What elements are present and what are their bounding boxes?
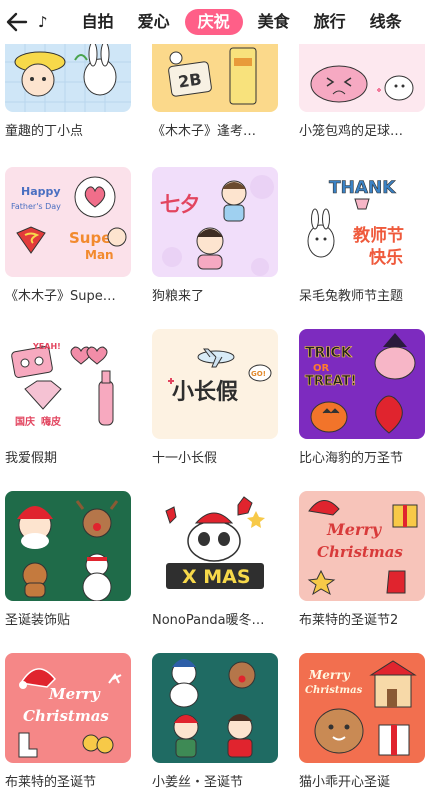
category-tabs: ♪ 自拍 爱心 庆祝 美食 旅行 线条	[32, 0, 414, 44]
svg-text:TREAT!: TREAT!	[305, 374, 357, 389]
svg-text:国庆: 国庆	[15, 415, 35, 428]
svg-text:嗨皮: 嗨皮	[41, 415, 61, 428]
svg-text:OR: OR	[313, 363, 330, 374]
sticker-card[interactable]: THANK 教师节 快乐 呆毛兔教师节主题	[299, 167, 425, 304]
sticker-card[interactable]: 七夕 狗粮来了	[152, 167, 278, 304]
sticker-card[interactable]: Merry Christmas 布莱特的圣诞节2	[299, 491, 425, 628]
sticker-thumbnail: Merry Christmas	[299, 491, 425, 601]
tab-selfie[interactable]: 自拍	[73, 9, 123, 35]
sticker-thumbnail	[152, 653, 278, 763]
sticker-thumbnail: 小长假 GO!	[152, 329, 278, 439]
tab-food[interactable]: 美食	[249, 9, 299, 35]
sticker-card[interactable]: 小长假 GO! 十一小长假	[152, 329, 278, 466]
svg-text:教师节: 教师节	[352, 225, 404, 246]
tab-celebrate[interactable]: 庆祝	[184, 9, 243, 35]
sticker-card[interactable]: Happy Father's Day Super Man 《木木子》Supe…	[5, 167, 131, 304]
sticker-title: 《木木子》逢考…	[152, 124, 257, 139]
sticker-title: 比心海豹的万圣节	[299, 451, 404, 466]
sticker-title: 狗粮来了	[152, 289, 205, 304]
sticker-thumbnail: X MAS	[152, 491, 278, 601]
svg-text:Father's Day: Father's Day	[11, 202, 61, 211]
svg-text:Merry: Merry	[48, 685, 101, 703]
sticker-thumbnail: Merry Christmas	[5, 653, 131, 763]
tab-lines[interactable]: 线条	[361, 9, 411, 35]
sticker-title: 圣诞装饰贴	[5, 613, 71, 628]
sticker-title: 《木木子》Supe…	[5, 289, 116, 304]
svg-text:Man: Man	[85, 248, 114, 262]
back-button[interactable]	[2, 0, 32, 44]
sticker-title: 小姜丝・圣诞节	[152, 775, 244, 790]
svg-text:七夕: 七夕	[160, 192, 200, 216]
arrow-left-icon	[6, 12, 28, 32]
sticker-card[interactable]: Merry Christmas 布莱特的圣诞节	[5, 653, 131, 790]
svg-text:Merry: Merry	[308, 668, 351, 682]
sticker-title: 猫小乖开心圣诞	[299, 775, 391, 790]
sticker-card[interactable]: 圣诞装饰贴	[5, 491, 131, 628]
sticker-thumbnail: THANK 教师节 快乐	[299, 167, 425, 277]
sticker-card[interactable]: Merry Christmas 猫小乖开心圣诞	[299, 653, 425, 790]
sticker-thumbnail: TRICK OR TREAT!	[299, 329, 425, 439]
svg-text:Merry: Merry	[326, 520, 383, 539]
sticker-title: 呆毛兔教师节主题	[299, 289, 404, 304]
svg-text:Happy: Happy	[21, 185, 61, 198]
svg-text:小长假: 小长假	[172, 380, 238, 405]
sticker-thumbnail: 七夕	[152, 167, 278, 277]
sticker-thumbnail	[5, 491, 131, 601]
sticker-card[interactable]: X MAS NonoPanda暖冬…	[152, 491, 278, 628]
sticker-title: 布莱特的圣诞节	[5, 775, 97, 790]
svg-text:X MAS: X MAS	[182, 566, 251, 588]
svg-text:YEAH!: YEAH!	[32, 342, 61, 351]
svg-text:Christmas: Christmas	[305, 685, 363, 696]
sticker-card[interactable]: YEAH! 国庆 嗨皮 我爱假期	[5, 329, 131, 466]
sticker-title: 十一小长假	[152, 451, 218, 466]
svg-text:快乐: 快乐	[369, 247, 403, 268]
top-nav-bar: ♪ 自拍 爱心 庆祝 美食 旅行 线条	[0, 0, 430, 44]
sticker-card[interactable]: 小姜丝・圣诞节	[152, 653, 278, 790]
sticker-title: 小笼包鸡的足球…	[299, 124, 404, 139]
tab-love[interactable]: 爱心	[129, 9, 179, 35]
svg-text:Christmas: Christmas	[317, 543, 403, 561]
sticker-title: 布莱特的圣诞节2	[299, 613, 399, 628]
music-note-icon[interactable]: ♪	[34, 9, 52, 35]
sticker-title: 童趣的丁小点	[5, 124, 84, 139]
svg-text:2B: 2B	[177, 70, 203, 92]
sticker-thumbnail: Happy Father's Day Super Man	[5, 167, 131, 277]
svg-text:Christmas: Christmas	[23, 707, 109, 725]
sticker-title: NonoPanda暖冬…	[152, 613, 265, 628]
sticker-thumbnail: Merry Christmas	[299, 653, 425, 763]
svg-text:GO!: GO!	[251, 370, 266, 378]
sticker-card[interactable]: TRICK OR TREAT! 比心海豹的万圣节	[299, 329, 425, 466]
svg-text:TRICK: TRICK	[305, 345, 353, 361]
sticker-title: 我爱假期	[5, 451, 58, 466]
sticker-thumbnail: YEAH! 国庆 嗨皮	[5, 329, 131, 439]
tab-travel[interactable]: 旅行	[305, 9, 355, 35]
svg-text:THANK: THANK	[329, 178, 396, 198]
